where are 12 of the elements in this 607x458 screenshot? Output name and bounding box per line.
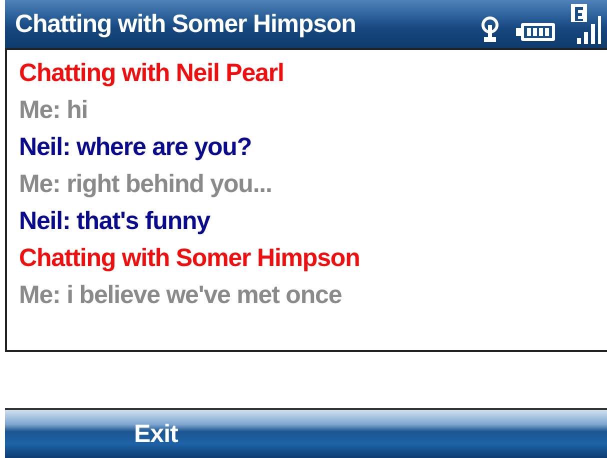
chat-message: Me: right behind you... xyxy=(19,169,272,200)
chat-message: Neil: where are you? xyxy=(19,132,252,163)
exit-button[interactable]: Exit xyxy=(130,418,182,450)
antenna-icon xyxy=(479,16,501,44)
chat-header: Chatting with Neil Pearl xyxy=(19,58,284,89)
signal-icon xyxy=(571,4,601,44)
chat-message: Me: hi xyxy=(19,95,88,126)
window-title: Chatting with Somer Himpson xyxy=(15,10,356,38)
chat-header: Chatting with Somer Himpson xyxy=(19,243,360,274)
chat-message: Neil: that's funny xyxy=(19,206,210,237)
battery-icon xyxy=(515,20,557,44)
chat-message: Me: i believe we've met once xyxy=(19,280,342,311)
